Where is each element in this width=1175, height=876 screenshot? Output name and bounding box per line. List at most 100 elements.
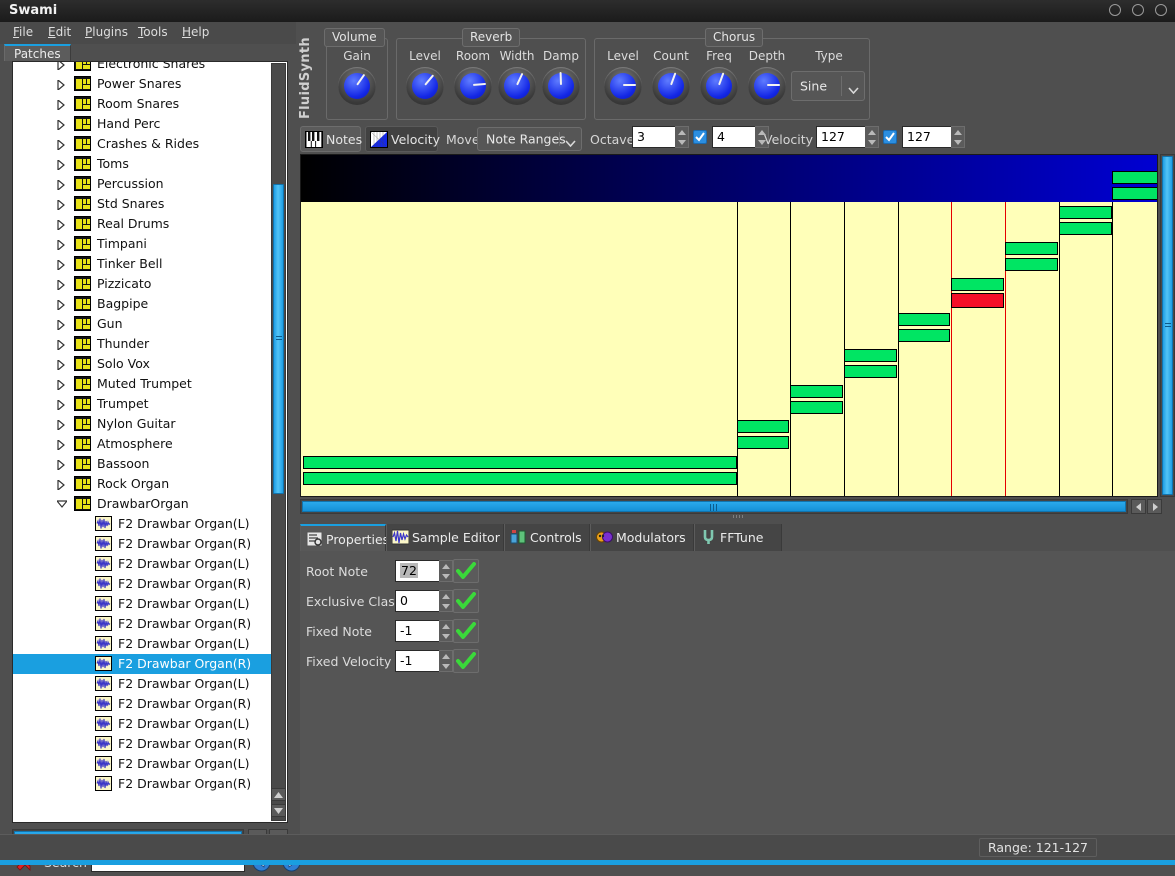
knob-chorus-count-dial[interactable] bbox=[652, 67, 690, 105]
patch-tree-vscrollbar[interactable] bbox=[271, 63, 286, 821]
velocity-link-checkbox[interactable] bbox=[883, 130, 897, 144]
tree-row[interactable]: F2 Drawbar Organ(R) bbox=[13, 574, 271, 594]
roll-vscroll-thumb[interactable] bbox=[1162, 156, 1173, 495]
menu-help[interactable]: Help bbox=[182, 25, 209, 39]
tree-row[interactable]: Solo Vox bbox=[13, 354, 271, 374]
tab-fftune[interactable]: FFTune bbox=[694, 524, 782, 551]
tree-row[interactable]: Nylon Guitar bbox=[13, 414, 271, 434]
chevron-right-icon[interactable] bbox=[56, 154, 68, 174]
knob-reverb-damp-dial[interactable] bbox=[542, 67, 580, 105]
note-range-bar-selected[interactable] bbox=[951, 293, 1004, 308]
patch-tree[interactable]: Electronic Snares Power Snares Room Snares… bbox=[12, 61, 288, 823]
chevron-right-icon[interactable] bbox=[56, 414, 68, 434]
tree-row[interactable]: F2 Drawbar Organ(R) bbox=[13, 694, 271, 714]
note-range-bar[interactable] bbox=[951, 278, 1004, 291]
tree-row[interactable]: Percussion bbox=[13, 174, 271, 194]
tree-row[interactable]: Crashes & Rides bbox=[13, 134, 271, 154]
knob-reverb-width[interactable]: Width bbox=[493, 49, 541, 105]
knob-gain-dial[interactable] bbox=[338, 67, 376, 105]
note-range-bar[interactable] bbox=[737, 420, 789, 433]
chevron-right-icon[interactable] bbox=[56, 234, 68, 254]
chevron-right-icon[interactable] bbox=[56, 294, 68, 314]
chevron-right-icon[interactable] bbox=[56, 374, 68, 394]
property-confirm-button[interactable] bbox=[453, 589, 479, 613]
tree-row[interactable]: DrawbarOrgan bbox=[13, 494, 271, 514]
knob-chorus-count[interactable]: Count bbox=[647, 49, 695, 105]
property-stepper[interactable] bbox=[439, 560, 453, 582]
chevron-down-icon[interactable] bbox=[56, 494, 68, 514]
roll-hscrollbar[interactable] bbox=[300, 499, 1175, 514]
note-range-bar[interactable] bbox=[1005, 258, 1058, 271]
chevron-right-icon[interactable] bbox=[56, 274, 68, 294]
tab-controls[interactable]: Controls bbox=[504, 524, 590, 551]
tree-row[interactable]: Bassoon bbox=[13, 454, 271, 474]
chevron-right-icon[interactable] bbox=[56, 194, 68, 214]
property-value-input[interactable]: -1 bbox=[395, 650, 440, 672]
property-confirm-button[interactable] bbox=[453, 649, 479, 673]
octave-low-input[interactable]: 3 bbox=[632, 126, 676, 148]
patch-tree-vscroll-thumb[interactable] bbox=[273, 184, 284, 494]
property-confirm-button[interactable] bbox=[453, 619, 479, 643]
octave-link-checkbox[interactable] bbox=[693, 130, 707, 144]
chevron-right-icon[interactable] bbox=[56, 354, 68, 374]
chevron-right-icon[interactable] bbox=[56, 134, 68, 154]
note-range-bar[interactable] bbox=[303, 456, 737, 469]
chevron-right-icon[interactable] bbox=[56, 474, 68, 494]
minimize-circle-icon[interactable] bbox=[1109, 4, 1121, 16]
knob-chorus-level-dial[interactable] bbox=[604, 67, 642, 105]
note-range-bar[interactable] bbox=[1112, 171, 1157, 184]
menu-edit[interactable]: Edit bbox=[48, 25, 71, 39]
roll-scroll-right-button[interactable] bbox=[1147, 499, 1162, 514]
move-mode-combo[interactable]: Note Ranges bbox=[477, 127, 582, 151]
tab-patches[interactable]: Patches bbox=[4, 44, 71, 61]
note-range-divider[interactable] bbox=[1059, 202, 1060, 496]
knob-reverb-width-dial[interactable] bbox=[498, 67, 536, 105]
notes-button[interactable]: Notes bbox=[300, 126, 362, 152]
pane-resize-grip[interactable] bbox=[732, 515, 744, 518]
note-range-bar[interactable] bbox=[1059, 206, 1112, 219]
knob-chorus-depth-dial[interactable] bbox=[748, 67, 786, 105]
tree-row[interactable]: Bagpipe bbox=[13, 294, 271, 314]
knob-reverb-damp[interactable]: Damp bbox=[537, 49, 585, 105]
tree-row[interactable]: Electronic Snares bbox=[13, 62, 271, 74]
tree-row[interactable]: Tinker Bell bbox=[13, 254, 271, 274]
chevron-right-icon[interactable] bbox=[56, 62, 68, 74]
tree-row[interactable]: F2 Drawbar Organ(L) bbox=[13, 514, 271, 534]
tree-row[interactable]: Toms bbox=[13, 154, 271, 174]
close-circle-icon[interactable] bbox=[1155, 4, 1167, 16]
patch-tree-scroll-down-button[interactable] bbox=[271, 804, 286, 817]
chevron-right-icon[interactable] bbox=[56, 394, 68, 414]
knob-chorus-freq[interactable]: Freq bbox=[695, 49, 743, 105]
chevron-right-icon[interactable] bbox=[56, 94, 68, 114]
knob-reverb-room-dial[interactable] bbox=[454, 67, 492, 105]
knob-reverb-level[interactable]: Level bbox=[401, 49, 449, 105]
tree-row[interactable]: Timpani bbox=[13, 234, 271, 254]
note-range-bar[interactable] bbox=[844, 349, 897, 362]
roll-vscrollbar[interactable] bbox=[1160, 154, 1175, 497]
note-range-divider[interactable] bbox=[898, 202, 899, 496]
tree-row[interactable]: Std Snares bbox=[13, 194, 271, 214]
tree-row[interactable]: F2 Drawbar Organ(L) bbox=[13, 714, 271, 734]
tree-row[interactable]: Muted Trumpet bbox=[13, 374, 271, 394]
tree-row[interactable]: Room Snares bbox=[13, 94, 271, 114]
property-value-input[interactable]: -1 bbox=[395, 620, 440, 642]
tree-row[interactable]: Rock Organ bbox=[13, 474, 271, 494]
chevron-right-icon[interactable] bbox=[56, 334, 68, 354]
maximize-circle-icon[interactable] bbox=[1132, 4, 1144, 16]
note-range-bar[interactable] bbox=[1005, 242, 1058, 255]
note-range-bar[interactable] bbox=[790, 385, 843, 398]
chevron-right-icon[interactable] bbox=[56, 114, 68, 134]
velocity-button[interactable]: Velocity bbox=[365, 126, 440, 152]
tree-row[interactable]: Power Snares bbox=[13, 74, 271, 94]
octave-high-input[interactable]: 4 bbox=[712, 126, 756, 148]
chevron-right-icon[interactable] bbox=[56, 254, 68, 274]
note-range-divider[interactable] bbox=[737, 202, 738, 496]
chevron-right-icon[interactable] bbox=[56, 454, 68, 474]
tree-row[interactable]: Real Drums bbox=[13, 214, 271, 234]
tree-row[interactable]: F2 Drawbar Organ(R) bbox=[13, 534, 271, 554]
note-range-bar[interactable] bbox=[1059, 222, 1112, 235]
note-range-bar[interactable] bbox=[898, 329, 950, 342]
property-value-input[interactable]: 0 bbox=[395, 590, 440, 612]
chorus-type-combo[interactable]: Sine bbox=[791, 71, 865, 101]
roll-hscroll-thumb[interactable] bbox=[302, 501, 1126, 512]
